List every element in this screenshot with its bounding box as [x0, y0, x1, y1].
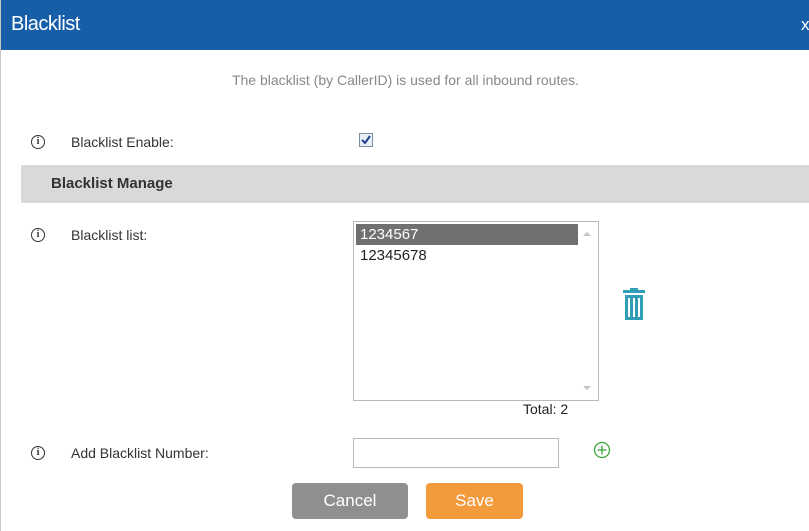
info-icon[interactable]: i [31, 446, 45, 460]
blacklist-dialog: Blacklist x The blacklist (by CallerID) … [0, 0, 809, 531]
blacklist-items: 1234567 12345678 [356, 224, 578, 266]
blacklist-enable-label: Blacklist Enable: [71, 134, 174, 150]
blacklist-listbox[interactable]: 1234567 12345678 [353, 221, 599, 401]
dialog-title: Blacklist [11, 13, 80, 35]
scroll-down-arrow-icon[interactable] [583, 386, 591, 390]
list-item[interactable]: 12345678 [356, 245, 578, 266]
save-button[interactable]: Save [426, 483, 523, 519]
trash-icon[interactable] [622, 288, 646, 322]
dialog-titlebar: Blacklist x [1, 0, 809, 50]
section-title: Blacklist Manage [51, 175, 173, 192]
section-header: Blacklist Manage [21, 165, 809, 203]
add-blacklist-number-input[interactable] [353, 438, 559, 468]
blacklist-enable-checkbox[interactable] [359, 133, 373, 147]
close-icon[interactable]: x [801, 15, 809, 35]
blacklist-list-label: Blacklist list: [71, 227, 148, 243]
info-icon[interactable]: i [31, 135, 45, 149]
list-item[interactable]: 1234567 [356, 224, 578, 245]
add-blacklist-number-label: Add Blacklist Number: [71, 445, 209, 461]
listbox-scrollbar[interactable] [578, 222, 598, 400]
cancel-button[interactable]: Cancel [292, 483, 408, 519]
scroll-up-arrow-icon[interactable] [583, 232, 591, 236]
info-icon[interactable]: i [31, 228, 45, 242]
plus-circle-icon[interactable] [593, 441, 611, 459]
dialog-note: The blacklist (by CallerID) is used for … [231, 72, 580, 88]
blacklist-total: Total: 2 [523, 401, 569, 417]
check-icon [361, 135, 371, 145]
